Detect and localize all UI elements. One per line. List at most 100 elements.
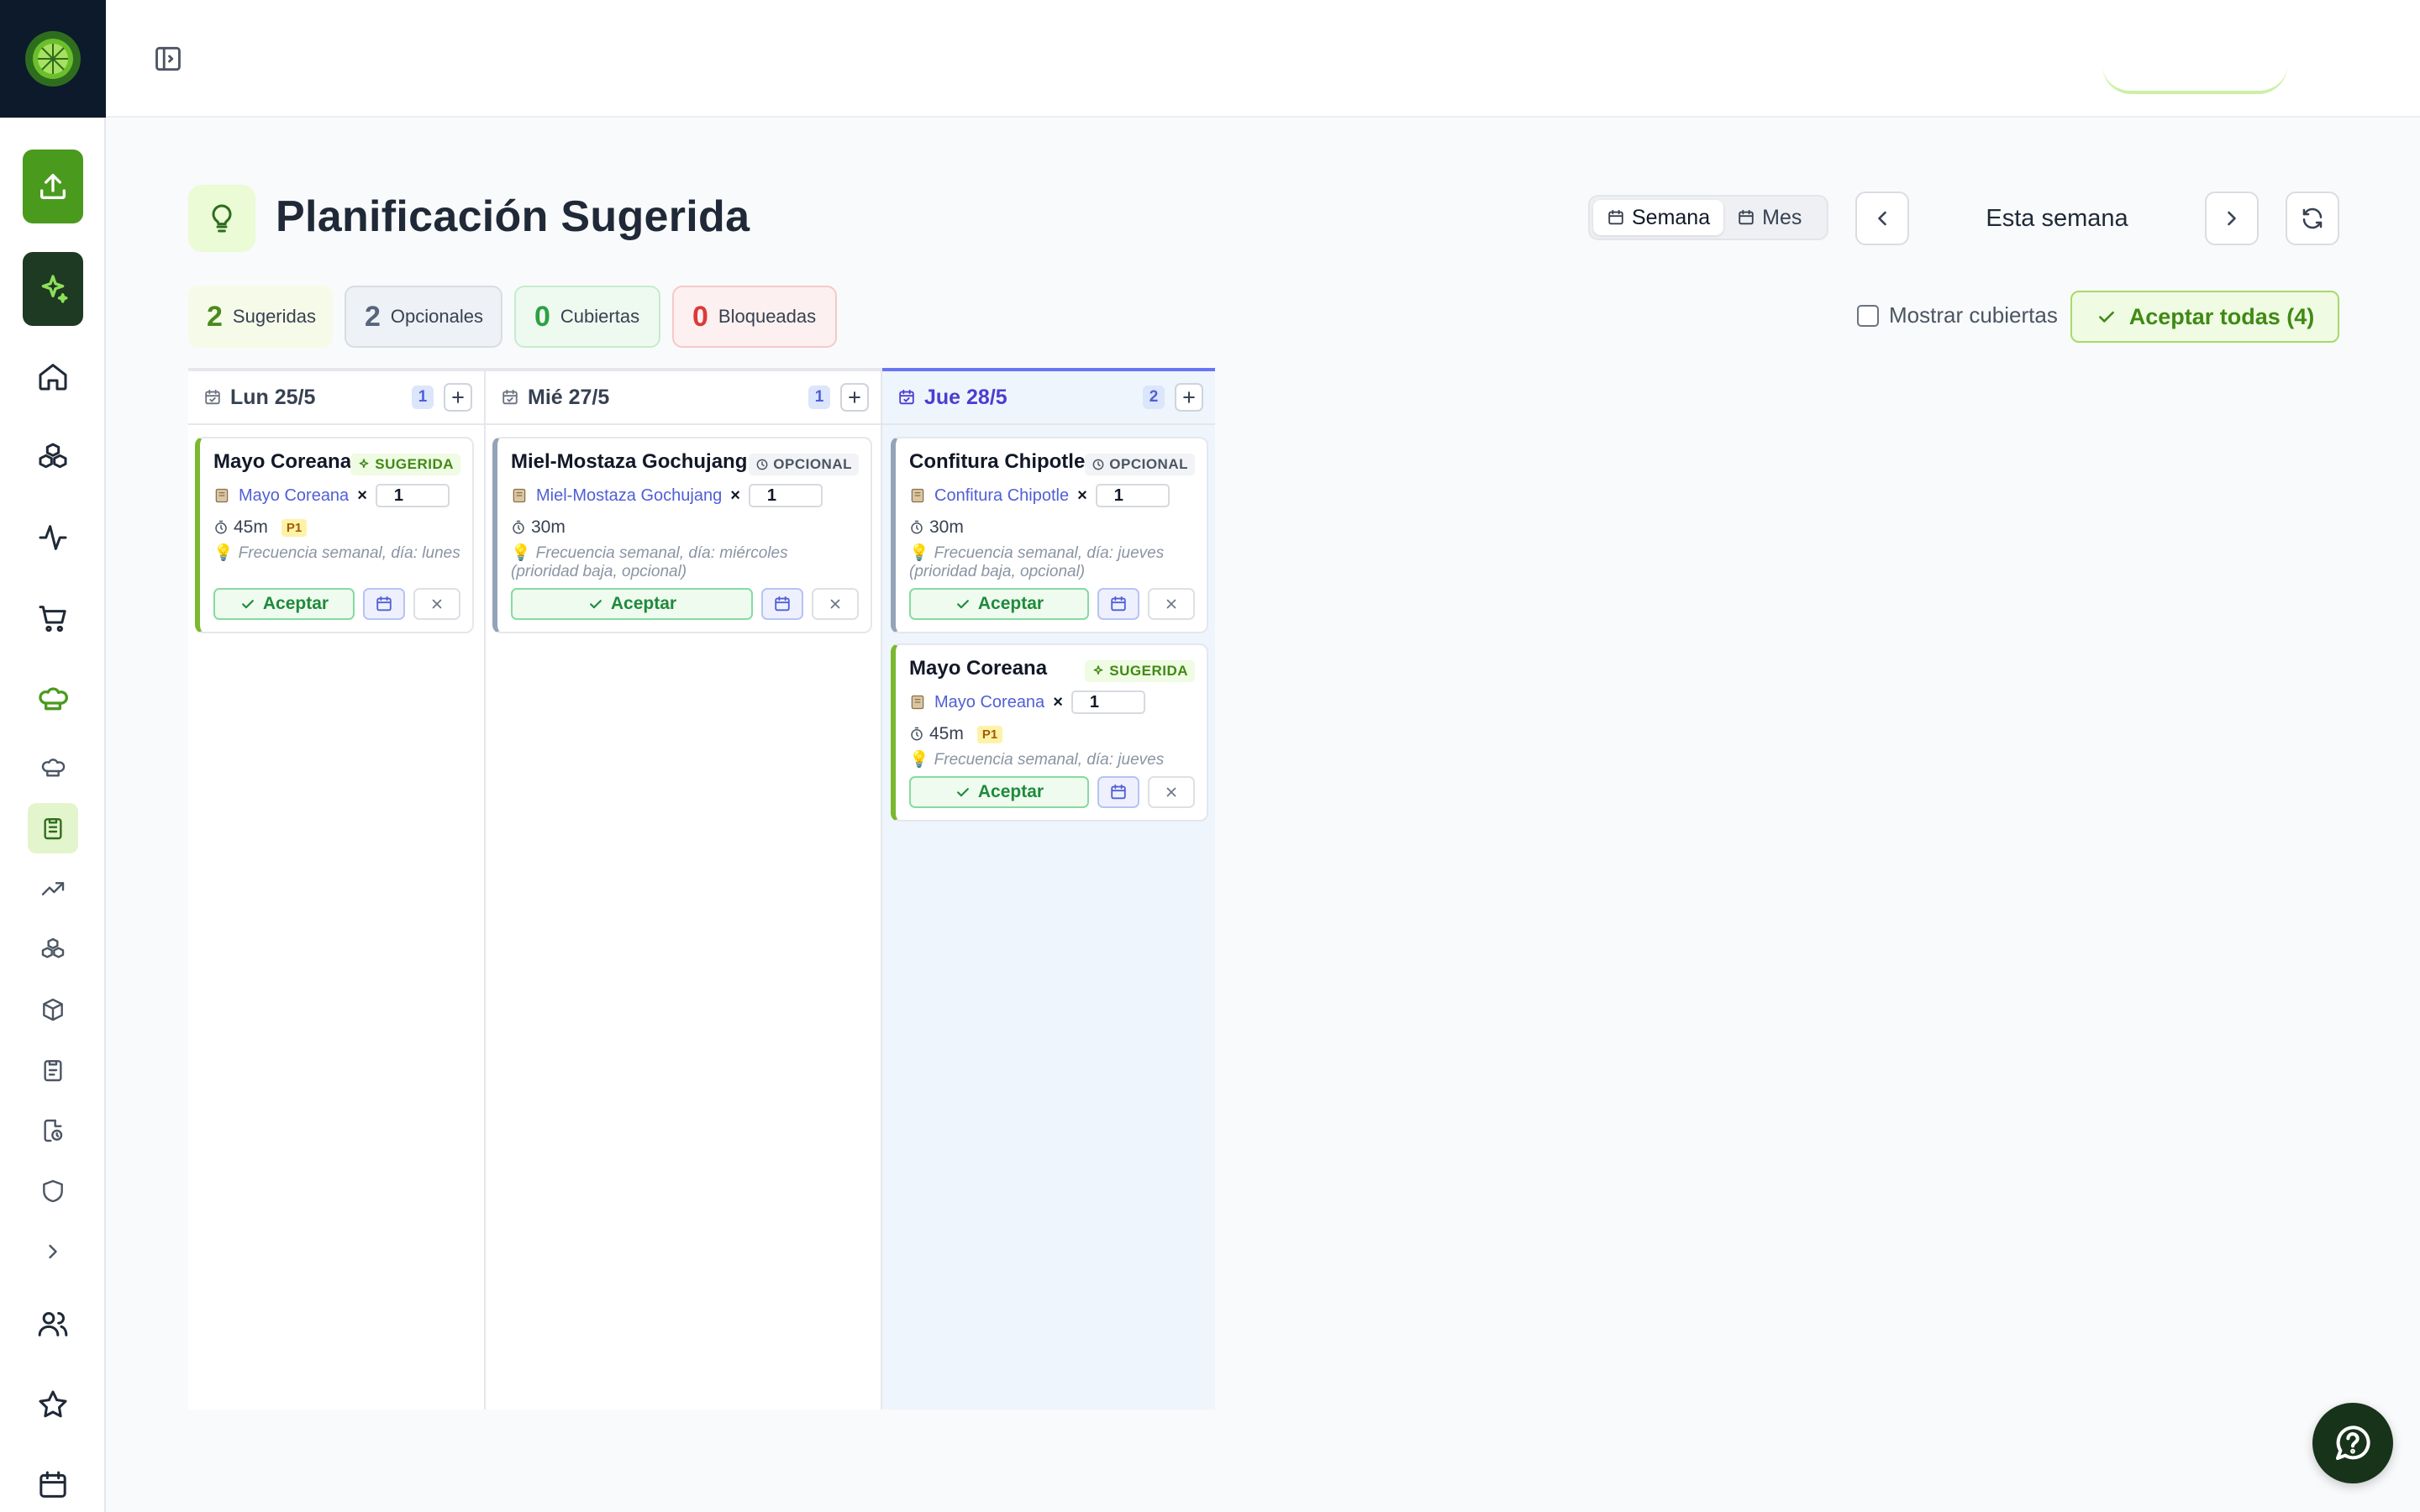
reschedule-button[interactable] [761, 588, 803, 620]
shield-icon[interactable] [28, 1166, 78, 1216]
card-product-name: Miel-Mostaza Gochujang [511, 450, 748, 473]
lightbulb-icon: 💡 [511, 544, 531, 562]
topbar [106, 0, 2420, 118]
quantity-input[interactable]: 1 [375, 484, 450, 507]
week-label: Esta semana [1986, 205, 2128, 232]
multiply-icon: × [730, 486, 740, 505]
reschedule-button[interactable] [363, 588, 405, 620]
activity-icon[interactable] [26, 511, 80, 564]
prep-time: 30m [929, 517, 964, 537]
suggestion-card[interactable]: Mayo Coreana SUGERIDA Mayo Coreana × 1 4… [891, 643, 1208, 822]
home-icon[interactable] [26, 349, 80, 403]
calendar-icon[interactable] [26, 1458, 80, 1512]
help-button[interactable] [2312, 1403, 2393, 1483]
users-icon[interactable] [26, 1297, 80, 1351]
dismiss-button[interactable] [812, 588, 859, 620]
reschedule-button[interactable] [1097, 776, 1139, 808]
refresh-button[interactable] [2286, 192, 2339, 245]
dismiss-button[interactable] [1148, 588, 1195, 620]
time-row: 30m [909, 517, 964, 538]
add-production-button[interactable] [840, 383, 869, 412]
lime-logo-icon[interactable] [25, 31, 81, 87]
optional-badge: OPCIONAL [749, 454, 859, 475]
package-icon[interactable] [28, 984, 78, 1035]
clipboard-icon[interactable] [28, 1045, 78, 1095]
calendar-check-icon [897, 388, 916, 407]
stat-covered: 0 Cubiertas [514, 286, 660, 348]
chevron-right-icon[interactable] [28, 1226, 78, 1277]
add-production-button[interactable] [1175, 383, 1203, 412]
check-icon [2096, 306, 2118, 328]
suggestion-card[interactable]: Confitura Chipotle OPCIONAL Confitura Ch… [891, 437, 1208, 633]
suggested-badge: SUGERIDA [1085, 660, 1195, 682]
boxes-small-icon[interactable] [28, 924, 78, 974]
suggestion-reason: 💡 Frecuencia semanal, día: jueves (priori… [909, 544, 1195, 581]
trending-up-icon[interactable] [28, 864, 78, 914]
view-toggle: Semana Mes [1588, 195, 1828, 240]
star-icon[interactable] [26, 1378, 80, 1431]
add-production-button[interactable] [444, 383, 472, 412]
suggestion-card[interactable]: Mayo Coreana SUGERIDA Mayo Coreana × 1 4… [195, 437, 474, 633]
recipe-link[interactable]: Confitura Chipotle [934, 486, 1069, 506]
day-column-header: Mié 27/5 1 [486, 368, 881, 425]
check-icon [241, 600, 254, 609]
day-column-count: 1 [412, 386, 434, 409]
ai-sparkles-button[interactable] [23, 252, 83, 326]
next-week-button[interactable] [2205, 192, 2259, 245]
card-product-name: Confitura Chipotle [909, 450, 1086, 473]
day-column-lun: Lun 25/5 1 Mayo Coreana SUGERIDA Mayo Co… [188, 368, 484, 1410]
prep-time: 30m [531, 517, 566, 537]
priority-badge: P1 [281, 518, 308, 537]
accept-label: Aceptar [610, 594, 677, 613]
stat-blocked: 0 Bloqueadas [672, 286, 837, 348]
view-week-button[interactable]: Semana [1593, 200, 1724, 235]
sidebar-toggle-button[interactable] [148, 39, 188, 79]
time-row: 45m P1 [213, 517, 308, 538]
suggestion-card[interactable]: Miel-Mostaza Gochujang OPCIONAL Miel-Mos… [492, 437, 872, 633]
accept-button[interactable]: Aceptar [909, 776, 1089, 808]
upload-button[interactable] [23, 150, 83, 223]
lightbulb-icon: 💡 [909, 544, 929, 562]
calendar-icon [775, 596, 790, 612]
lightbulb-icon [188, 185, 255, 252]
view-month-label: Mes [1762, 205, 1802, 229]
close-icon [432, 599, 442, 609]
check-icon [956, 600, 969, 609]
close-icon [1166, 599, 1176, 609]
boxes-icon[interactable] [26, 430, 80, 484]
clipboard-list-icon[interactable] [28, 803, 78, 853]
timer-icon [213, 520, 229, 535]
show-covered-checkbox[interactable] [1857, 304, 1879, 327]
recipe-link[interactable]: Mayo Coreana [239, 486, 349, 506]
accept-button[interactable]: Aceptar [909, 588, 1089, 620]
recipe-book-icon [909, 487, 926, 504]
stat-covered-label: Cubiertas [560, 306, 640, 327]
file-clock-icon[interactable] [28, 1105, 78, 1156]
prev-week-button[interactable] [1855, 192, 1909, 245]
recipe-link[interactable]: Mayo Coreana [934, 693, 1044, 712]
reschedule-button[interactable] [1097, 588, 1139, 620]
quantity-input[interactable]: 1 [1071, 690, 1145, 714]
day-column-title: Lun 25/5 [230, 385, 316, 409]
chef-hat-icon[interactable] [26, 672, 80, 726]
close-icon [1166, 787, 1176, 797]
show-covered-toggle[interactable]: Mostrar cubiertas [1857, 302, 2058, 328]
badge-label: OPCIONAL [1109, 456, 1188, 472]
dismiss-button[interactable] [413, 588, 460, 620]
cart-icon[interactable] [26, 591, 80, 645]
dismiss-button[interactable] [1148, 776, 1195, 808]
day-column-title: Jue 28/5 [924, 385, 1007, 409]
stat-suggested: 2 Sugeridas [188, 286, 333, 348]
quantity-input[interactable]: 1 [1095, 484, 1170, 507]
accept-button[interactable]: Aceptar [213, 588, 355, 620]
accept-button[interactable]: Aceptar [511, 588, 753, 620]
chef-hat-small-icon[interactable] [28, 743, 78, 793]
logo-area [0, 0, 106, 118]
day-column-header: Lun 25/5 1 [188, 368, 484, 425]
accept-all-button[interactable]: Aceptar todas (4) [2070, 291, 2339, 343]
quantity-input[interactable]: 1 [748, 484, 823, 507]
recipe-link[interactable]: Miel-Mostaza Gochujang [536, 486, 722, 506]
check-icon [589, 600, 602, 609]
sidebar [0, 0, 106, 1512]
view-month-button[interactable]: Mes [1723, 200, 1815, 235]
